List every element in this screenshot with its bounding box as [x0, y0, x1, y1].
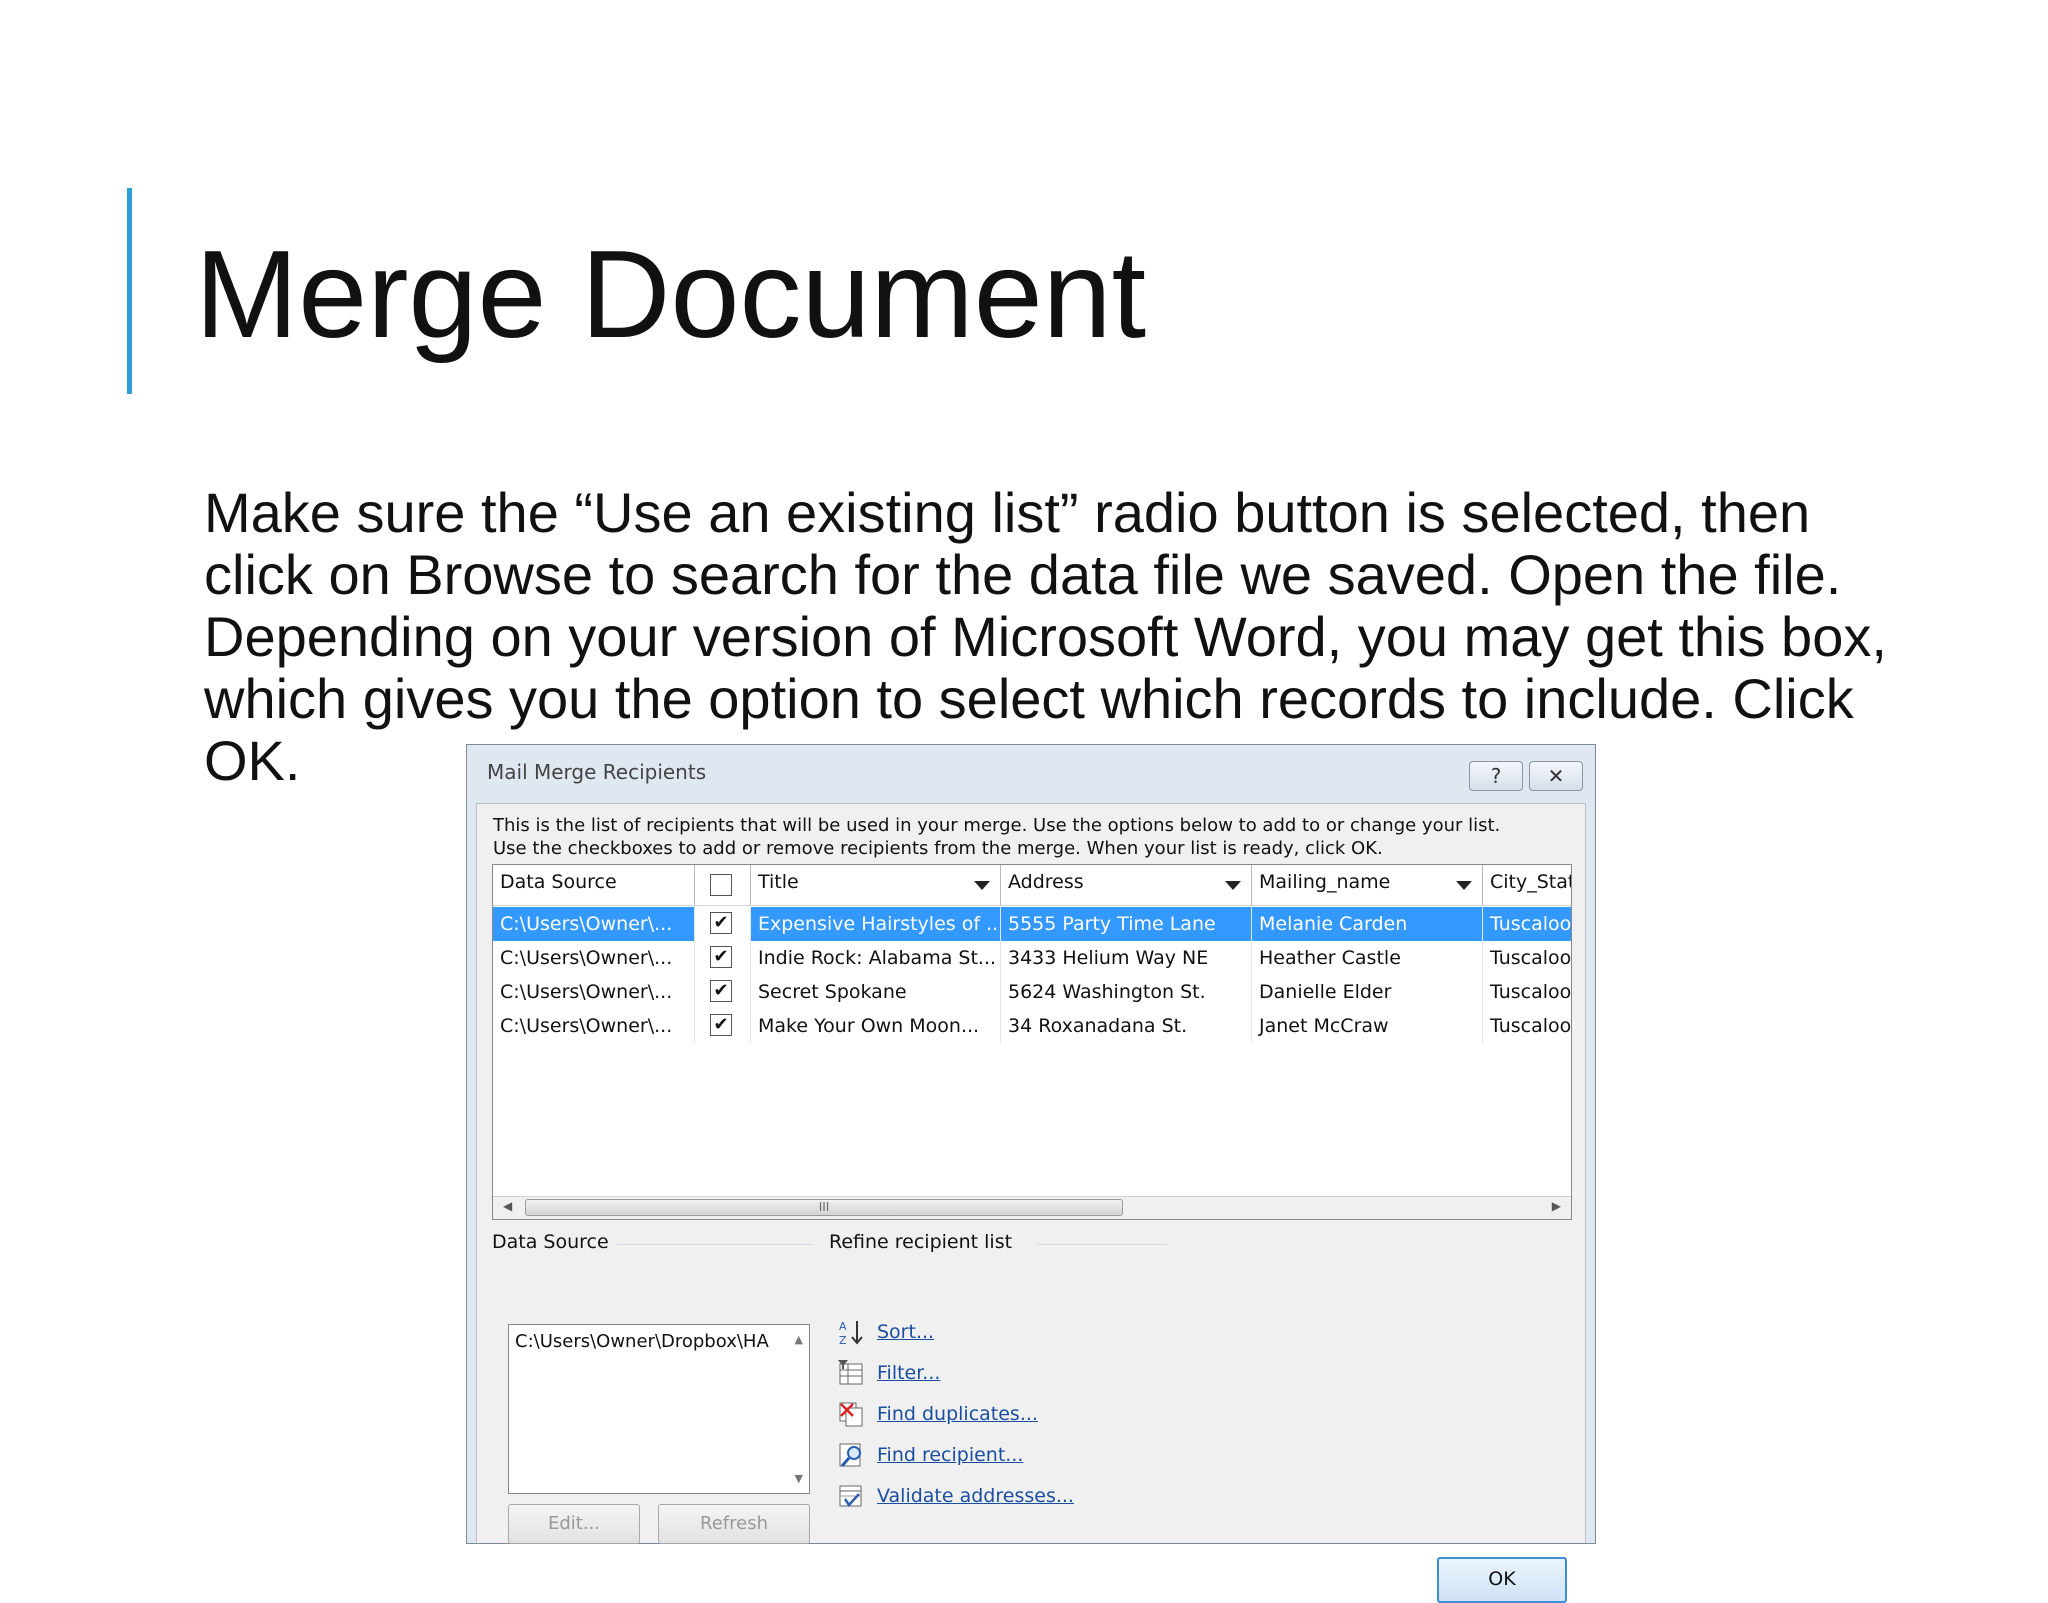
- body-line: click on Browse to search for the data f…: [204, 543, 1842, 606]
- cell-title: Indie Rock: Alabama St...: [751, 941, 1001, 975]
- row-checkbox[interactable]: ✔: [710, 1014, 732, 1036]
- cell-address: 3433 Helium Way NE: [1001, 941, 1252, 975]
- cell-data-source: C:\Users\Owner\...: [493, 1009, 695, 1043]
- slide-title: Merge Document: [195, 226, 1147, 364]
- cell-city-state: Tuscaloosa: [1483, 907, 1571, 941]
- validate-addresses-icon: [839, 1485, 862, 1508]
- cell-address: 5624 Washington St.: [1001, 975, 1252, 1009]
- data-source-section-label: Data Source: [492, 1231, 609, 1253]
- column-header-checkbox[interactable]: [695, 865, 751, 905]
- validate-addresses-link[interactable]: Validate addresses...: [877, 1485, 1074, 1507]
- find-recipient-link[interactable]: Find recipient...: [877, 1444, 1023, 1466]
- scroll-up-icon[interactable]: ▲: [795, 1333, 803, 1346]
- scroll-down-icon[interactable]: ▼: [795, 1472, 803, 1485]
- title-accent-bar: [127, 188, 132, 394]
- divider: [1037, 1244, 1167, 1245]
- find-recipient-icon: [839, 1443, 861, 1467]
- cell-title: Make Your Own Moon...: [751, 1009, 1001, 1043]
- sort-az-icon: A Z: [839, 1320, 863, 1346]
- data-source-list[interactable]: C:\Users\Owner\Dropbox\HA ▲ ▼: [508, 1324, 810, 1494]
- sort-link[interactable]: Sort...: [877, 1321, 934, 1343]
- column-header-label: Mailing_name: [1259, 871, 1391, 893]
- cell-mailing-name: Janet McCraw: [1252, 1009, 1483, 1043]
- body-line: which gives you the option to select whi…: [204, 667, 1854, 730]
- cell-city-state: Tuscaloosa: [1483, 1009, 1571, 1043]
- table-row[interactable]: C:\Users\Owner\... ✔ Expensive Hairstyle…: [493, 907, 1571, 941]
- chevron-down-icon[interactable]: [1225, 881, 1241, 890]
- table-header: Data Source Title Address Mailing_name C…: [493, 865, 1571, 906]
- svg-text:Z: Z: [839, 1334, 847, 1346]
- column-header-address[interactable]: Address: [1001, 865, 1252, 905]
- chevron-down-icon[interactable]: [974, 881, 990, 890]
- cell-mailing-name: Melanie Carden: [1252, 907, 1483, 941]
- cell-city-state: Tuscaloosa: [1483, 975, 1571, 1009]
- close-icon[interactable]: ✕: [1529, 761, 1583, 791]
- scrollbar-grip: III: [818, 1200, 830, 1214]
- cell-data-source: C:\Users\Owner\...: [493, 907, 695, 941]
- cell-checkbox: ✔: [695, 1009, 751, 1043]
- table-row[interactable]: C:\Users\Owner\... ✔ Secret Spokane 5624…: [493, 975, 1571, 1009]
- cell-checkbox: ✔: [695, 907, 751, 941]
- svg-text:A: A: [839, 1320, 847, 1333]
- table-row[interactable]: C:\Users\Owner\... ✔ Indie Rock: Alabama…: [493, 941, 1571, 975]
- dialog-title: Mail Merge Recipients: [487, 760, 707, 784]
- data-source-item[interactable]: C:\Users\Owner\Dropbox\HA: [515, 1331, 785, 1352]
- column-header-data-source[interactable]: Data Source: [493, 865, 695, 905]
- edit-button[interactable]: Edit...: [508, 1504, 640, 1544]
- horizontal-scrollbar[interactable]: ◀ III ▶: [493, 1196, 1571, 1219]
- column-header-label: Address: [1008, 871, 1084, 893]
- table-row[interactable]: C:\Users\Owner\... ✔ Make Your Own Moon.…: [493, 1009, 1571, 1043]
- column-header-mailing-name[interactable]: Mailing_name: [1252, 865, 1483, 905]
- column-header-title[interactable]: Title: [751, 865, 1001, 905]
- cell-data-source: C:\Users\Owner\...: [493, 941, 695, 975]
- cell-data-source: C:\Users\Owner\...: [493, 975, 695, 1009]
- dialog-titlebar[interactable]: Mail Merge Recipients ? ✕: [467, 745, 1595, 795]
- dialog-client-area: This is the list of recipients that will…: [476, 803, 1586, 1603]
- filter-link[interactable]: Filter...: [877, 1362, 940, 1384]
- find-duplicates-icon: [839, 1402, 863, 1427]
- row-checkbox[interactable]: ✔: [710, 946, 732, 968]
- column-header-label: Title: [758, 871, 799, 893]
- cell-address: 5555 Party Time Lane: [1001, 907, 1252, 941]
- scroll-left-icon[interactable]: ◀: [503, 1199, 512, 1213]
- help-icon[interactable]: ?: [1469, 761, 1523, 791]
- cell-title: Secret Spokane: [751, 975, 1001, 1009]
- body-line: Make sure the “Use an existing list” rad…: [204, 481, 1811, 544]
- mail-merge-recipients-dialog: Mail Merge Recipients ? ✕ This is the li…: [466, 744, 1596, 1603]
- refresh-button[interactable]: Refresh: [658, 1504, 810, 1544]
- body-line: Depending on your version of Microsoft W…: [204, 605, 1887, 668]
- cell-address: 34 Roxanadana St.: [1001, 1009, 1252, 1043]
- dialog-instructions: This is the list of recipients that will…: [493, 814, 1500, 860]
- cell-title: Expensive Hairstyles of ...: [751, 907, 1001, 941]
- cell-mailing-name: Danielle Elder: [1252, 975, 1483, 1009]
- column-header-city-state[interactable]: City_State: [1483, 865, 1571, 905]
- cell-mailing-name: Heather Castle: [1252, 941, 1483, 975]
- cell-checkbox: ✔: [695, 941, 751, 975]
- column-header-label: Data Source: [500, 871, 617, 893]
- ok-button[interactable]: OK: [1437, 1557, 1567, 1603]
- cell-city-state: Tuscaloosa: [1483, 941, 1571, 975]
- recipients-table: Data Source Title Address Mailing_name C…: [492, 864, 1572, 1220]
- row-checkbox[interactable]: ✔: [710, 912, 732, 934]
- divider: [617, 1244, 812, 1245]
- column-header-label: City_State: [1490, 871, 1571, 893]
- row-checkbox[interactable]: ✔: [710, 980, 732, 1002]
- scrollbar-thumb[interactable]: III: [525, 1199, 1123, 1216]
- find-duplicates-link[interactable]: Find duplicates...: [877, 1403, 1038, 1425]
- filter-icon: [838, 1360, 863, 1385]
- cell-checkbox: ✔: [695, 975, 751, 1009]
- instruction-line: This is the list of recipients that will…: [493, 815, 1501, 836]
- instruction-line: Use the checkboxes to add or remove reci…: [493, 838, 1383, 859]
- chevron-down-icon[interactable]: [1456, 881, 1472, 890]
- scroll-right-icon[interactable]: ▶: [1552, 1199, 1561, 1213]
- select-all-checkbox[interactable]: [710, 874, 732, 896]
- refine-section-label: Refine recipient list: [829, 1231, 1013, 1253]
